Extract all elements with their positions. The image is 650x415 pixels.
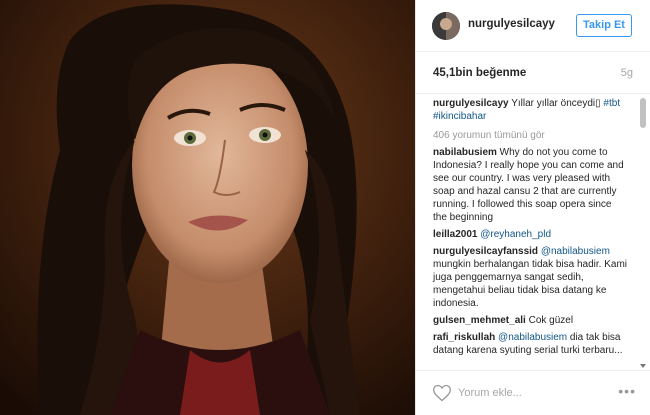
comment-item: rafi_riskullah @nabilabusiem dia tak bis… (433, 331, 628, 357)
post-header: nurgulyesilcayy Takip Et (416, 0, 650, 52)
comment-item: leilla2001 @reyhaneh_pld (433, 228, 628, 241)
comment-mention[interactable]: @nabilabusiem (495, 332, 567, 343)
load-more-comments[interactable]: 406 yorumun tümünü gör (433, 129, 628, 142)
post-sidebar: nurgulyesilcayy Takip Et 45,1bin beğenme… (415, 0, 650, 415)
comment-item: gulsen_mehmet_ali Cok güzel (433, 314, 628, 327)
scroll-down-arrow-icon[interactable] (640, 364, 646, 368)
comment-input[interactable] (458, 383, 608, 403)
comment-mention[interactable]: @nabilabusiem (538, 246, 610, 257)
avatar-face (440, 18, 452, 30)
comment-username[interactable]: rafi_riskullah (433, 332, 495, 343)
comment-username[interactable]: nabilabusiem (433, 147, 497, 158)
comments-scrollbar[interactable] (640, 96, 646, 370)
comment-item: nabilabusiem Why do not you come to Indo… (433, 146, 628, 224)
caption-text: Yıllar yıllar önceydi (508, 98, 596, 109)
hashtag-tbt[interactable]: #tbt (601, 98, 620, 109)
comment-text: Why do not you come to Indonesia? I real… (433, 147, 624, 223)
hashtag-ikincibahar[interactable]: #ikincibahar (433, 110, 628, 123)
post-age[interactable]: 5g (621, 67, 633, 79)
comment-item: nurgulyesilcayfanssid @nabilabusiem mung… (433, 245, 628, 310)
comment-mention[interactable]: @reyhaneh_pld (477, 229, 551, 240)
scrollbar-thumb[interactable] (640, 98, 646, 128)
comment-text: mungkin berhalangan tidak bisa hadir. Ka… (433, 259, 628, 309)
comments-content: nurgulyesilcayy Yıllar yıllar önceydi▯ #… (433, 97, 628, 361)
more-options-icon[interactable]: ••• (618, 383, 636, 399)
comments-list: nurgulyesilcayy Yıllar yıllar önceydi▯ #… (416, 94, 650, 370)
post-stats: 45,1bin beğenme 5g (416, 52, 650, 94)
caption-username[interactable]: nurgulyesilcayy (433, 98, 509, 109)
likes-count[interactable]: 45,1bin beğenme (433, 67, 526, 79)
comment-username[interactable]: nurgulyesilcayfanssid (433, 246, 538, 257)
portrait-image (0, 0, 415, 415)
instagram-post-window: nurgulyesilcayy Takip Et 45,1bin beğenme… (0, 0, 650, 415)
post-photo[interactable] (0, 0, 415, 415)
avatar[interactable] (432, 12, 460, 40)
heart-icon[interactable] (432, 383, 452, 403)
caption: nurgulyesilcayy Yıllar yıllar önceydi▯ #… (433, 97, 628, 123)
post-username[interactable]: nurgulyesilcayy (468, 18, 555, 30)
comment-username[interactable]: leilla2001 (433, 229, 477, 240)
comment-username[interactable]: gulsen_mehmet_ali (433, 315, 526, 326)
comment-text: Cok güzel (525, 315, 574, 326)
follow-button[interactable]: Takip Et (576, 14, 632, 37)
comment-bar: ••• (416, 370, 650, 415)
